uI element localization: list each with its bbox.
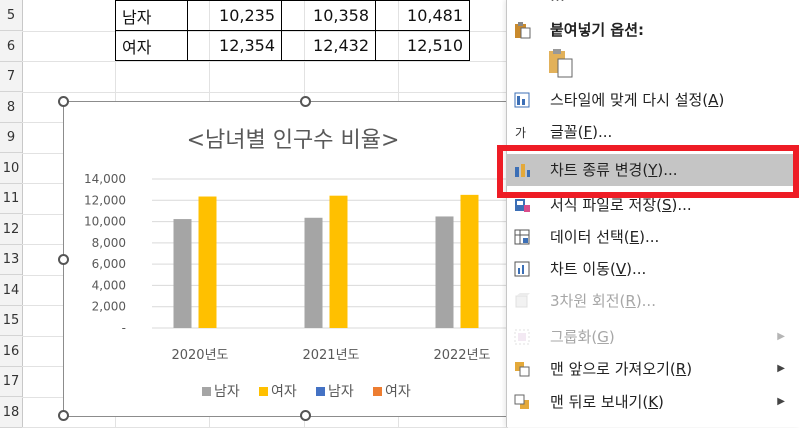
move-chart-icon [514,261,530,277]
row-header[interactable]: 13 [0,245,22,275]
menu-item-label: 맨 앞으로 가져오기(R) [550,360,693,378]
menu-item-label: 데이터 선택(E)... [550,228,660,246]
row-header[interactable]: 5 [0,1,22,31]
cell-value[interactable]: 12,354 [187,30,282,61]
y-tick-label: - [122,321,126,335]
menu-item-3d-rotation[interactable]: 3차원 회전(R)... [507,285,799,317]
select-data-icon [514,229,530,245]
row-header[interactable]: 8 [0,93,22,123]
legend-swatch [259,387,268,396]
row-header[interactable]: 7 [0,62,22,92]
chart-object[interactable]: <남녀별 인구수 비율> - 2,000 4,000 6,000 8,000 10,000 1… [63,101,523,417]
menu-item-label: 글꼴(F)... [550,123,613,141]
bar-여자-2020년도 [198,196,217,328]
bar-chart: <남녀별 인구수 비율> - 2,000 4,000 6,000 8,000 10,000 1… [84,128,522,400]
x-tick-label: 2022년도 [433,348,490,363]
cell-value[interactable]: 10,481 [375,0,470,31]
paste-options-header: 붙여넣기 옵션: [507,14,799,46]
bring-to-front-icon [515,362,530,377]
bar-남자-2021년도 [304,217,323,328]
row-headers: 5 6 7 8 9 10 11 12 13 14 15 16 17 18 [0,0,23,428]
context-menu: … 붙여넣기 옵션: 스타일에 맞게 다시 설정(A)가글꼴(F)...차트 종… [506,0,800,427]
font-icon: 가 [515,126,526,140]
row-header[interactable]: 15 [0,306,22,336]
row-header[interactable]: 16 [0,337,22,367]
menu-item-partial[interactable]: … [507,0,799,12]
menu-item-label: 스타일에 맞게 다시 설정(A) [550,91,725,109]
resize-handle-top-middle[interactable] [300,96,311,107]
resize-handle-bottom-middle[interactable] [300,410,311,421]
reset-style-icon [514,92,530,108]
menu-item-send-to-back[interactable]: 맨 뒤로 보내기(K) ▶ [507,386,799,418]
data-table: 남자 10,235 10,358 10,481 여자 12,354 12,432… [115,0,470,61]
legend-entry: 여자 [385,384,411,400]
highlight-annotation [497,145,799,198]
y-tick-label: 8,000 [92,236,126,250]
row-header[interactable]: 6 [0,32,22,62]
row-header[interactable]: 18 [0,398,22,428]
resize-handle-left-middle[interactable] [58,254,69,265]
submenu-arrow-icon: ▶ [777,363,785,374]
table-row: 여자 12,354 12,432 12,510 [115,30,470,61]
menu-item-label: 그룹화(G) [550,328,615,346]
save-template-icon [515,199,530,212]
x-tick-label: 2020년도 [171,348,228,363]
3d-rotation-icon [515,293,530,308]
submenu-arrow-icon: ▶ [777,396,785,407]
x-tick-label: 2021년도 [302,348,359,363]
y-tick-label: 2,000 [92,300,126,314]
menu-item-label: 차트 이동(V)... [550,260,647,278]
cell-value[interactable]: 10,235 [187,0,282,31]
menu-item-font[interactable]: 가 글꼴(F)... [507,116,799,148]
menu-item-move-chart[interactable]: 차트 이동(V)... [507,253,799,285]
legend-swatch [202,387,211,396]
menu-item-reset-style[interactable]: 스타일에 맞게 다시 설정(A) [507,84,799,116]
legend-entry: 남자 [328,384,354,400]
table-row: 남자 10,235 10,358 10,481 [115,0,470,31]
cell-label[interactable]: 여자 [115,30,188,61]
y-tick-label: 6,000 [92,257,126,271]
row-header[interactable]: 9 [0,123,22,153]
row-header[interactable]: 11 [0,184,22,214]
menu-item-label: 맨 뒤로 보내기(K) [550,393,664,411]
paste-icon [549,49,573,78]
cell-value[interactable]: 10,358 [281,0,376,31]
legend-swatch [373,387,382,396]
group-icon [514,329,530,345]
paste-options-label: 붙여넣기 옵션: [550,21,645,39]
row-header[interactable]: 14 [0,276,22,306]
y-tick-label: 14,000 [84,172,126,186]
bar-여자-2021년도 [329,195,348,328]
resize-handle-top-left[interactable] [58,96,69,107]
y-tick-label: 10,000 [84,215,126,229]
menu-item-select-data[interactable]: 데이터 선택(E)... [507,221,799,253]
paste-keep-formatting-button[interactable] [545,47,577,79]
menu-item-label: 3차원 회전(R)... [550,292,656,310]
y-tick-label: 12,000 [84,193,126,207]
paste-icon [515,22,531,39]
svg-text:가: 가 [515,126,526,140]
resize-handle-bottom-left[interactable] [58,410,69,421]
legend-entry: 여자 [271,384,297,400]
cell-label[interactable]: 남자 [115,0,188,31]
menu-item-group[interactable]: 그룹화(G) ▶ [507,321,799,353]
submenu-arrow-icon: ▶ [777,331,785,342]
row-header[interactable]: 17 [0,367,22,397]
y-tick-label: 4,000 [92,278,126,292]
legend-entry: 남자 [214,384,240,400]
legend-swatch [316,387,325,396]
chart-title: <남녀별 인구수 비율> [187,128,400,153]
row-header[interactable]: 10 [0,154,22,184]
menu-item-bring-to-front[interactable]: 맨 앞으로 가져오기(R) ▶ [507,353,799,385]
row-header[interactable]: 12 [0,215,22,245]
bar-남자-2020년도 [173,219,192,328]
cell-value[interactable]: 12,432 [281,30,376,61]
bar-여자-2022년도 [460,194,479,328]
bar-남자-2022년도 [435,216,454,328]
send-to-back-icon [514,394,529,409]
cell-value[interactable]: 12,510 [375,30,470,61]
menu-item-label: … [550,0,565,12]
